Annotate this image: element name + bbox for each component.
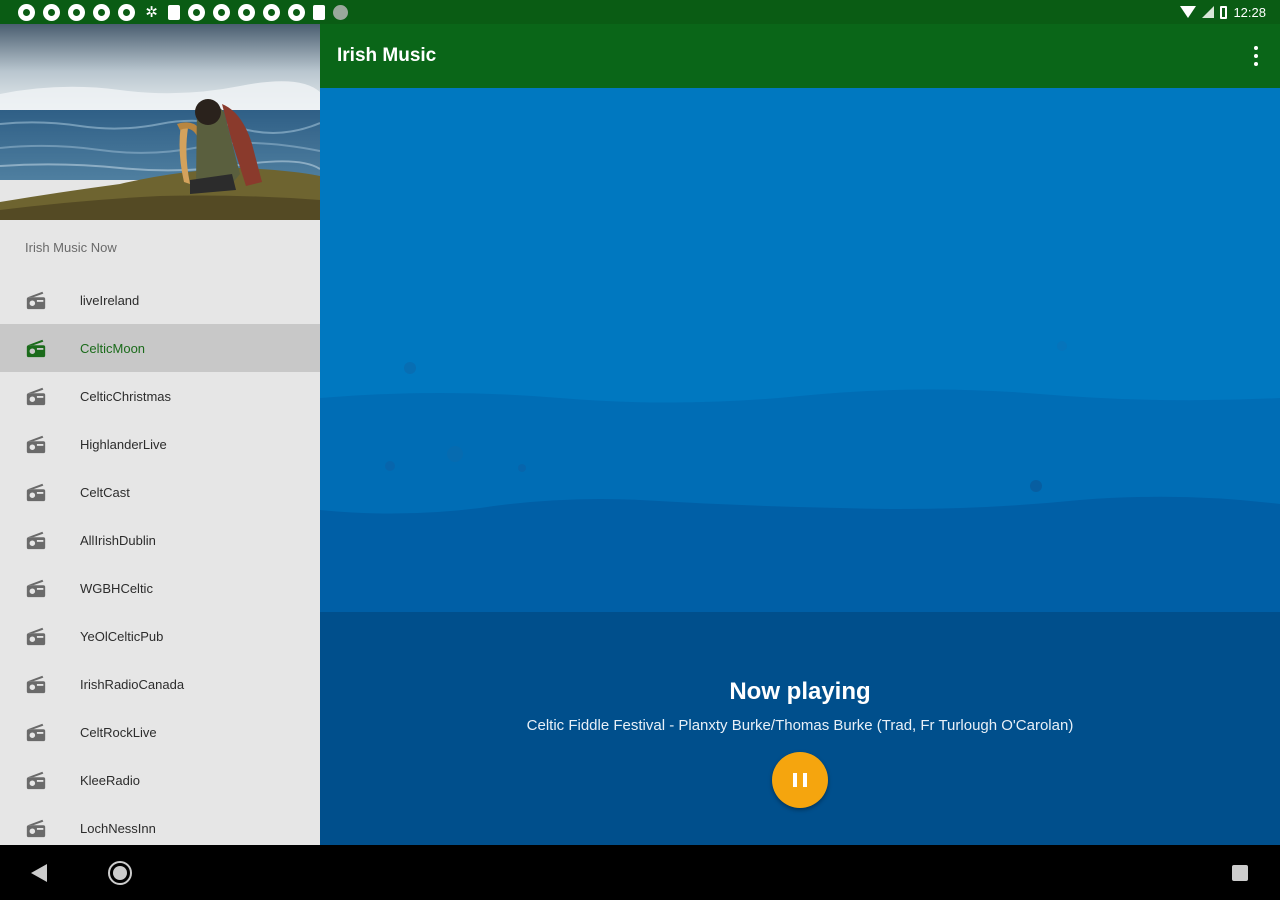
status-bar: ✲ 12:28: [0, 0, 1280, 24]
notification-icon: [93, 3, 110, 21]
app-bar: Irish Music: [320, 24, 1280, 88]
station-item-yeolcelticpub[interactable]: YeOlCelticPub: [0, 612, 320, 660]
station-item-celticmoon[interactable]: CelticMoon: [0, 324, 320, 372]
station-item-celtcast[interactable]: CeltCast: [0, 468, 320, 516]
station-label: KleeRadio: [80, 772, 140, 788]
notification-icon: [238, 3, 255, 21]
system-status: 12:28: [1180, 0, 1266, 24]
radio-icon: [26, 675, 46, 694]
station-item-kleeradio[interactable]: KleeRadio: [0, 756, 320, 804]
radio-icon: [26, 723, 46, 742]
radio-icon: [26, 435, 46, 454]
app-title: Irish Music: [337, 45, 437, 66]
station-label: YeOlCelticPub: [80, 628, 164, 644]
radio-icon: [26, 771, 46, 790]
system-navigation-bar: [0, 845, 1280, 900]
notification-icon: [188, 3, 205, 21]
notification-icon: [43, 3, 60, 21]
notification-icon: [263, 3, 280, 21]
station-item-celticchristmas[interactable]: CelticChristmas: [0, 372, 320, 420]
station-label: CeltRockLive: [80, 724, 157, 740]
station-item-allirishdublin[interactable]: AllIrishDublin: [0, 516, 320, 564]
player-area: Now playing Celtic Fiddle Festival - Pla…: [320, 88, 1280, 845]
harpist-by-sea-photo: [0, 24, 320, 220]
navigation-drawer: Irish Music Now liveIreland CelticMoon C…: [0, 24, 320, 845]
pause-button[interactable]: [772, 752, 828, 808]
station-label: CelticChristmas: [80, 388, 172, 404]
notification-icons: ✲: [18, 3, 348, 21]
station-item-highlanderlive[interactable]: HighlanderLive: [0, 420, 320, 468]
station-item-irishradiocanada[interactable]: IrishRadioCanada: [0, 660, 320, 708]
sync-icon: [333, 4, 348, 20]
radio-icon: [26, 627, 46, 646]
notification-icon: [213, 3, 230, 21]
radio-icon: [26, 483, 46, 502]
drawer-header-image: [0, 24, 320, 220]
station-label: CelticMoon: [80, 340, 146, 356]
notification-icon: [118, 3, 135, 21]
document-icon: [168, 4, 180, 20]
notification-icon: [68, 3, 85, 21]
now-playing-panel: Now playing Celtic Fiddle Festival - Pla…: [320, 612, 1280, 845]
station-label: IrishRadioCanada: [80, 676, 185, 692]
wifi-icon: [1180, 6, 1197, 18]
battery-icon: [1220, 5, 1228, 19]
station-label: WGBHCeltic: [80, 580, 153, 596]
signal-icon: [1202, 6, 1215, 18]
drawer-section-title: Irish Music Now: [25, 240, 117, 255]
radio-icon: [26, 531, 46, 550]
radio-icon: [26, 387, 46, 406]
station-item-wgbhceltic[interactable]: WGBHCeltic: [0, 564, 320, 612]
radio-icon: [26, 291, 46, 310]
home-icon[interactable]: [108, 861, 132, 885]
now-playing-track: Celtic Fiddle Festival - Planxty Burke/T…: [526, 717, 1074, 734]
station-label: liveIreland: [80, 292, 140, 308]
now-playing-heading: Now playing: [729, 678, 871, 705]
sd-card-icon: [313, 4, 325, 20]
radio-icon: [26, 819, 46, 838]
station-label: AllIrishDublin: [80, 532, 156, 548]
notification-icon: [18, 3, 35, 21]
station-item-lochnessinn[interactable]: LochNessInn: [0, 804, 320, 845]
notification-icon: [288, 3, 305, 21]
station-label: HighlanderLive: [80, 436, 167, 452]
station-item-celtrocklive[interactable]: CeltRockLive: [0, 708, 320, 756]
radio-icon: [26, 339, 46, 358]
back-icon[interactable]: [31, 864, 47, 882]
clock: 12:28: [1233, 4, 1266, 20]
settings-icon: ✲: [145, 3, 158, 21]
station-label: CeltCast: [80, 484, 130, 500]
station-label: LochNessInn: [80, 820, 156, 836]
radio-icon: [26, 579, 46, 598]
station-item-liveireland[interactable]: liveIreland: [0, 276, 320, 324]
recents-icon[interactable]: [1232, 865, 1248, 881]
more-vertical-icon[interactable]: [1254, 46, 1258, 66]
station-list: liveIreland CelticMoon CelticChristmas H…: [0, 276, 320, 845]
